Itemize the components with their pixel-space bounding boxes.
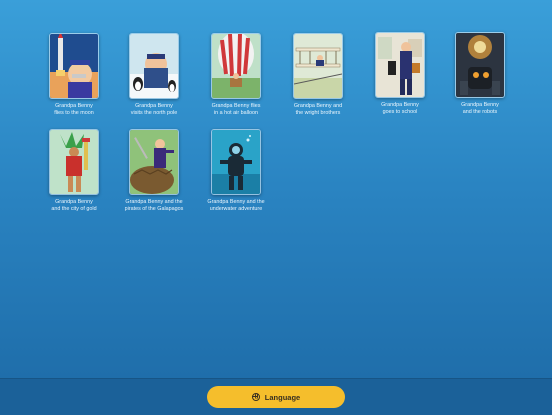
book-title: Grandpa Benny and the wright brothers: [278, 103, 358, 117]
book-visits-the-north-pole[interactable]: Grandpa Benny visits the north pole: [114, 33, 194, 117]
book-title-line2: flies to the moon: [54, 110, 94, 116]
school-cover-illustration: [376, 33, 424, 97]
book-title-line2: visits the north pole: [130, 110, 178, 116]
book-title-line2: and the city of gold: [51, 206, 97, 212]
book-underwater-adventure[interactable]: Grandpa Benny and the underwater adventu…: [196, 129, 276, 213]
book-cover[interactable]: [129, 33, 179, 99]
book-title: Grandpa Benny and the city of gold: [34, 199, 114, 213]
book-title-line1: Grandpa Benny: [461, 102, 499, 108]
book-title: Grandpa Benny visits the north pole: [114, 103, 194, 117]
book-title: Grandpa Benny flies to the moon: [34, 103, 114, 117]
book-goes-to-school[interactable]: Grandpa Benny goes to school: [360, 32, 440, 116]
globe-icon: [251, 393, 260, 401]
book-title-line1: Grandpa Benny and the: [125, 199, 183, 205]
book-title: Grandpa Benny and the robots: [440, 102, 520, 116]
book-cover[interactable]: [49, 33, 99, 99]
book-and-the-robots[interactable]: Grandpa Benny and the robots: [440, 32, 520, 116]
book-title: Grandpa Benny flies in a hot air balloon: [196, 103, 276, 117]
book-title-line2: underwater adventure: [209, 206, 263, 212]
book-city-of-gold[interactable]: Grandpa Benny and the city of gold: [34, 129, 114, 213]
book-title-line1: Grandpa Benny: [55, 199, 93, 205]
book-cover[interactable]: [375, 32, 425, 98]
book-cover[interactable]: [129, 129, 179, 195]
book-flies-to-the-moon[interactable]: Grandpa Benny flies to the moon: [34, 33, 114, 117]
balloon-cover-illustration: [212, 34, 260, 98]
biplane-cover-illustration: [294, 34, 342, 98]
book-title-line2: the wright brothers: [295, 110, 341, 116]
robots-cover-illustration: [456, 33, 504, 97]
underwater-cover-illustration: [212, 130, 260, 194]
book-cover[interactable]: [49, 129, 99, 195]
book-title: Grandpa Benny and the underwater adventu…: [196, 199, 276, 213]
language-button[interactable]: Language: [207, 386, 345, 408]
book-title-line2: and the robots: [462, 109, 498, 115]
book-title-line1: Grandpa Benny: [55, 103, 93, 109]
book-title-line1: Grandpa Benny and the: [207, 199, 265, 205]
book-title-line1: Grandpa Benny and: [293, 103, 343, 109]
aztec-cover-illustration: [50, 130, 98, 194]
book-cover[interactable]: [211, 129, 261, 195]
book-cover[interactable]: [211, 33, 261, 99]
book-title-line2: in a hot air balloon: [213, 110, 259, 116]
language-label: Language: [264, 392, 301, 402]
north-pole-cover-illustration: [130, 34, 178, 98]
galapagos-cover-illustration: [130, 130, 178, 194]
book-title-line2: pirates of the Galapagos: [124, 206, 184, 212]
book-title: Grandpa Benny goes to school: [360, 102, 440, 116]
book-title-line1: Grandpa Benny: [381, 102, 419, 108]
book-cover[interactable]: [455, 32, 505, 98]
book-pirates-of-the-galapagos[interactable]: Grandpa Benny and the pirates of the Gal…: [114, 129, 194, 213]
book-title-line1: Grandpa Benny: [135, 103, 173, 109]
book-cover[interactable]: [293, 33, 343, 99]
book-hot-air-balloon[interactable]: Grandpa Benny flies in a hot air balloon: [196, 33, 276, 117]
book-title: Grandpa Benny and the pirates of the Gal…: [114, 199, 194, 213]
bottom-bar: Language: [0, 378, 552, 415]
book-wright-brothers[interactable]: Grandpa Benny and the wright brothers: [278, 33, 358, 117]
book-title-line1: Grandpa Benny flies: [211, 103, 261, 109]
book-title-line2: goes to school: [382, 109, 418, 115]
rocket-cover-illustration: [50, 34, 98, 98]
